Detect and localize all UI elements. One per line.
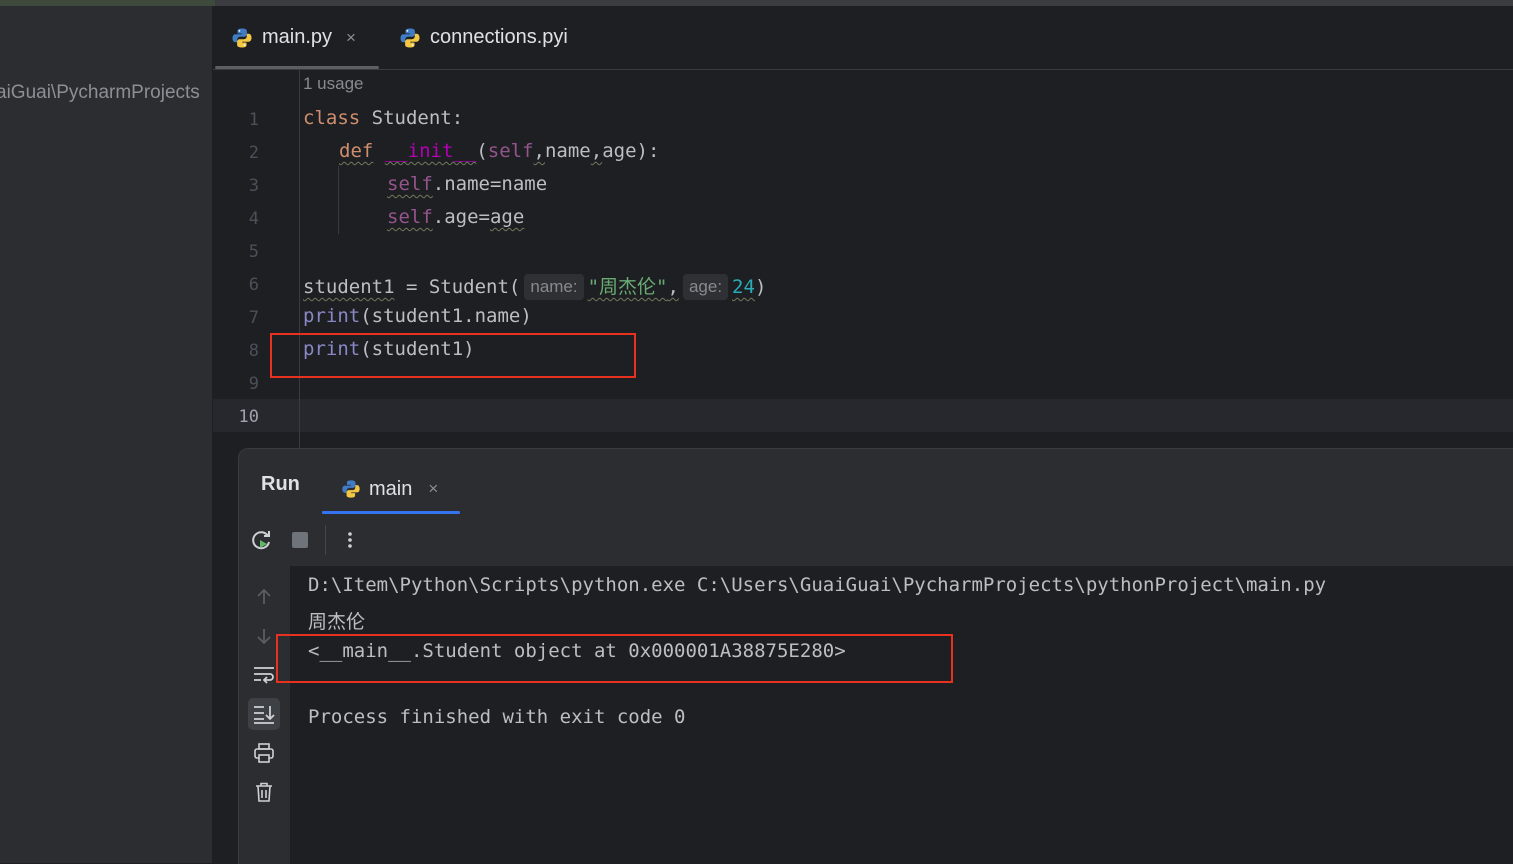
code-line-1[interactable]: class Student:: [303, 107, 463, 129]
code-line-3[interactable]: self.name=name: [387, 173, 547, 195]
run-panel-title[interactable]: Run: [261, 473, 300, 496]
line-number: 2: [248, 143, 259, 163]
highlight-box-object-output: [276, 634, 953, 683]
python-icon: [232, 28, 252, 47]
code-line-2[interactable]: def __init__(self,name,age):: [339, 140, 659, 162]
line-number: 3: [248, 176, 259, 196]
run-tab-indicator: [322, 511, 460, 514]
line-number: 5: [248, 242, 259, 262]
line-number-current: 10: [238, 407, 259, 427]
line-number: 9: [248, 374, 259, 394]
usage-hint[interactable]: 1 usage: [303, 74, 364, 94]
arrow-up-icon[interactable]: [248, 581, 280, 613]
code-line-4[interactable]: self.age=age: [387, 206, 524, 228]
project-path[interactable]: aiGuai\PycharmProjects: [0, 82, 200, 104]
rerun-icon[interactable]: [246, 525, 276, 555]
indent-guide: [338, 166, 339, 234]
line-number: 6: [248, 275, 259, 295]
more-vertical-icon[interactable]: [335, 525, 365, 555]
line-number: 7: [248, 308, 259, 328]
console-line-name: 周杰伦: [308, 611, 366, 633]
scroll-to-end-icon[interactable]: [248, 698, 280, 730]
run-tab-label: main: [369, 477, 413, 500]
highlight-box-print-line: [270, 333, 636, 378]
active-tab-indicator: [215, 66, 379, 69]
console-line-exit: Process finished with exit code 0: [308, 706, 686, 728]
tab-connections-pyi-label: connections.pyi: [430, 26, 568, 48]
stop-icon[interactable]: [285, 525, 315, 555]
line-number: 8: [248, 341, 259, 361]
line-number: 4: [248, 209, 259, 229]
close-icon[interactable]: ×: [428, 479, 438, 499]
current-line-highlight: [213, 399, 1513, 432]
editor-tab-bar: main.py × connections.pyi: [213, 6, 1513, 70]
toolbar-separator: [325, 525, 326, 555]
python-icon: [400, 28, 420, 47]
close-icon[interactable]: ×: [346, 28, 356, 48]
code-line-7[interactable]: print(student1.name): [303, 305, 532, 327]
console-output[interactable]: D:\Item\Python\Scripts\python.exe C:\Use…: [290, 566, 1513, 864]
code-line-6[interactable]: student1 = Student(name: "周杰伦", age: 24): [303, 272, 766, 300]
tab-main-py[interactable]: main.py ×: [231, 6, 356, 69]
gutter-divider: [299, 70, 300, 450]
console-line-command: D:\Item\Python\Scripts\python.exe C:\Use…: [308, 574, 1327, 596]
python-icon: [342, 480, 360, 498]
tab-connections-pyi[interactable]: connections.pyi: [399, 6, 568, 69]
project-sidebar: aiGuai\PycharmProjects: [0, 6, 212, 863]
param-hint-age: age:: [682, 274, 729, 300]
line-number: 1: [248, 110, 259, 130]
param-hint-name: name:: [524, 274, 584, 300]
trash-icon[interactable]: [248, 776, 280, 808]
run-tab-main[interactable]: main ×: [341, 469, 438, 509]
tab-main-py-label: main.py: [262, 26, 333, 48]
print-icon[interactable]: [248, 737, 280, 769]
